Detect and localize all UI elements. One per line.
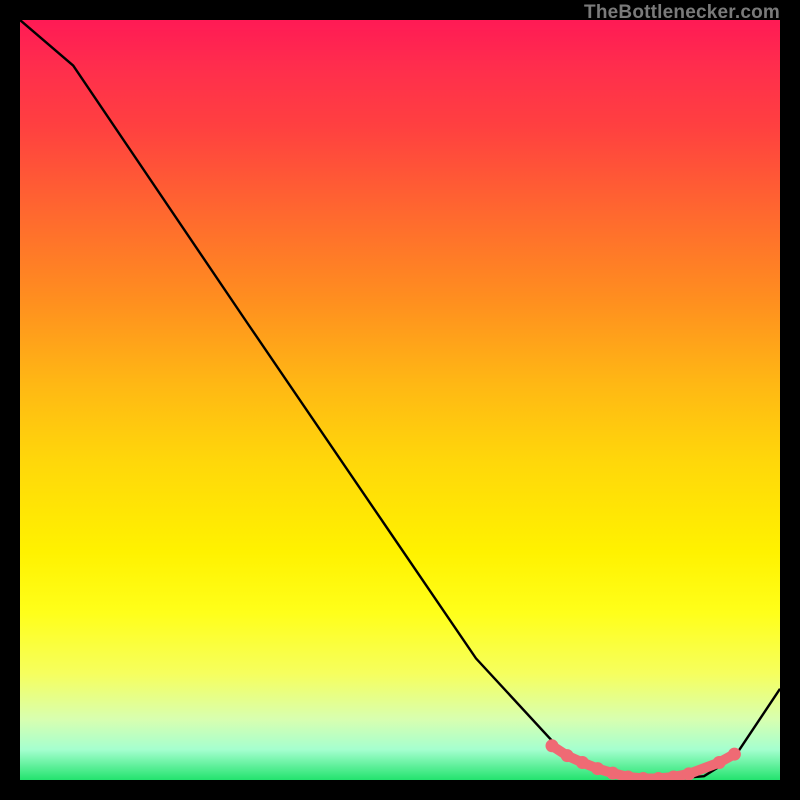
highlight-dot	[576, 756, 589, 769]
chart-svg	[20, 20, 780, 780]
attribution-text: TheBottlenecker.com	[584, 2, 780, 24]
highlight-dot	[682, 767, 695, 780]
highlight-dot	[591, 762, 604, 775]
plot-area	[20, 20, 780, 780]
highlight-dot	[713, 756, 726, 769]
highlight-dot	[728, 748, 741, 761]
highlight-dot	[561, 749, 574, 762]
highlight-dot	[606, 767, 619, 780]
highlight-dot	[546, 739, 559, 752]
curve-line	[20, 20, 780, 780]
chart-frame: TheBottlenecker.com	[0, 0, 800, 800]
